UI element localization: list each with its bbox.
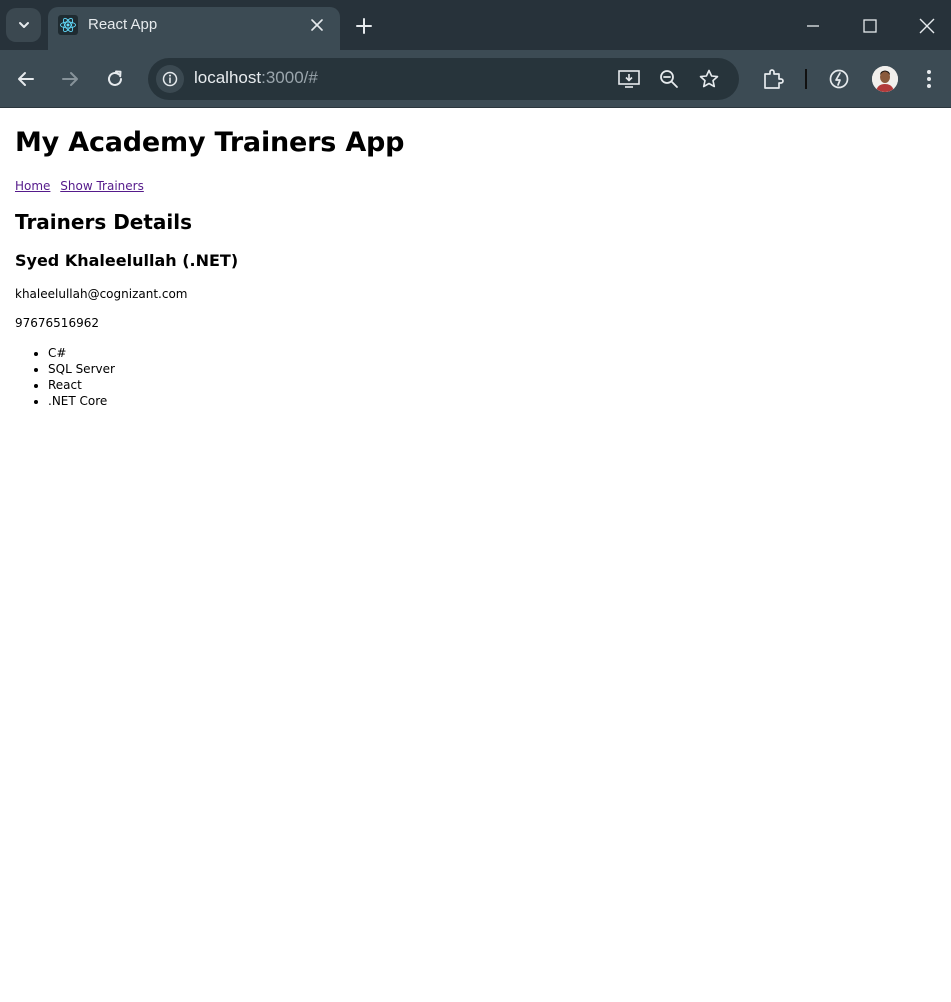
profile-avatar[interactable]: [872, 66, 898, 92]
maximize-icon: [863, 19, 877, 33]
tab-search-button[interactable]: [6, 8, 41, 42]
section-title: Trainers Details: [15, 210, 193, 234]
trainer-phone: 97676516962: [15, 316, 99, 330]
star-icon: [699, 69, 719, 88]
minimize-button[interactable]: [799, 12, 827, 40]
app-title: My Academy Trainers App: [15, 127, 405, 158]
window-close-button[interactable]: [913, 12, 941, 40]
zoom-out-icon: [660, 70, 678, 88]
skill-item: C#: [48, 345, 115, 361]
menu-button[interactable]: [915, 65, 943, 93]
site-info-button[interactable]: [156, 65, 184, 93]
puzzle-icon: [764, 69, 784, 89]
leaf-icon: [829, 69, 849, 89]
url-text[interactable]: localhost:3000/#: [194, 68, 318, 88]
avatar-icon: [872, 66, 898, 92]
install-icon: [618, 70, 640, 88]
zoom-button[interactable]: [657, 67, 681, 91]
tab-title: React App: [88, 16, 158, 33]
reload-icon: [108, 70, 122, 86]
close-icon: [919, 18, 935, 34]
minimize-icon: [807, 25, 819, 27]
url-path: :3000/#: [261, 68, 318, 87]
reload-button[interactable]: [101, 65, 129, 93]
info-icon: [162, 71, 178, 87]
arrow-right-icon: [62, 72, 78, 86]
url-host: localhost: [194, 68, 262, 87]
browser-tab-strip: React App: [0, 0, 951, 50]
browser-toolbar: localhost:3000/#: [0, 50, 951, 108]
browser-tab[interactable]: React App: [48, 7, 340, 50]
show-trainers-link[interactable]: Show Trainers: [60, 179, 144, 193]
performance-button[interactable]: [825, 65, 853, 93]
tab-close-button[interactable]: [308, 16, 326, 34]
skill-item: .NET Core: [48, 393, 115, 409]
extensions-button[interactable]: [759, 65, 787, 93]
trainer-skills-list: C# SQL Server React .NET Core: [48, 345, 115, 409]
new-tab-button[interactable]: [352, 14, 376, 38]
install-app-button[interactable]: [617, 67, 641, 91]
plus-icon: [356, 18, 372, 34]
app-nav: Home Show Trainers: [15, 179, 150, 193]
skill-item: SQL Server: [48, 361, 115, 377]
address-bar[interactable]: localhost:3000/#: [148, 58, 739, 100]
home-link[interactable]: Home: [15, 179, 50, 193]
more-vert-icon: [927, 70, 931, 88]
maximize-button[interactable]: [856, 12, 884, 40]
trainer-email: khaleelullah@cognizant.com: [15, 287, 188, 301]
toolbar-divider: [805, 69, 807, 89]
react-icon: [58, 15, 78, 35]
trainer-name: Syed Khaleelullah (.NET): [15, 251, 239, 270]
arrow-left-icon: [18, 72, 34, 86]
close-icon: [311, 19, 323, 31]
bookmark-button[interactable]: [697, 67, 721, 91]
skill-item: React: [48, 377, 115, 393]
page-content: My Academy Trainers App Home Show Traine…: [0, 109, 951, 1002]
back-button[interactable]: [12, 65, 40, 93]
chevron-down-icon: [18, 22, 29, 28]
forward-button[interactable]: [56, 65, 84, 93]
